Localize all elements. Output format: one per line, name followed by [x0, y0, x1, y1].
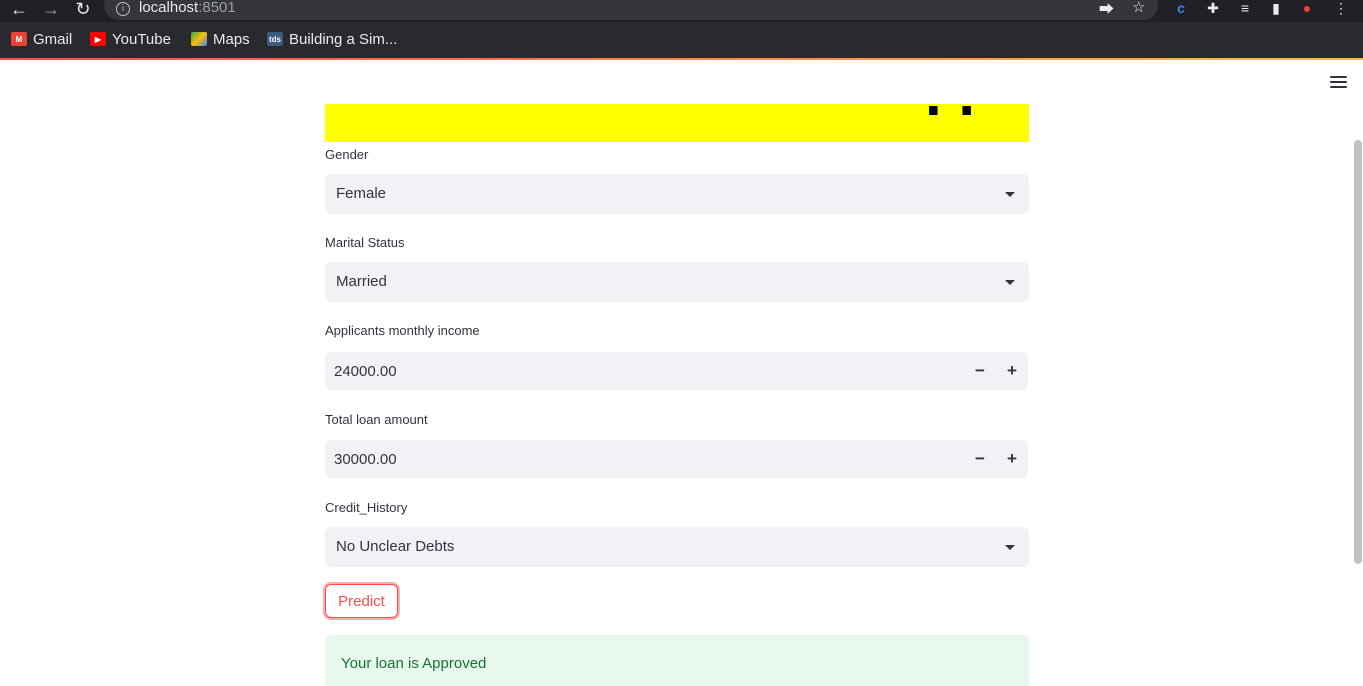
- maps-icon: [191, 32, 207, 46]
- income-decrement-button[interactable]: −: [964, 352, 996, 390]
- bookmark-gmail[interactable]: M Gmail: [11, 30, 72, 48]
- forward-arrow-icon[interactable]: →: [40, 0, 62, 18]
- chevron-down-icon: [1005, 192, 1015, 197]
- income-increment-button[interactable]: +: [996, 352, 1028, 390]
- success-alert: Your loan is Approved: [325, 635, 1029, 686]
- site-info-icon[interactable]: i: [116, 2, 130, 16]
- chevron-down-icon: [1005, 280, 1015, 285]
- reload-icon[interactable]: ↻: [72, 0, 94, 18]
- income-value[interactable]: 24000.00: [334, 363, 397, 380]
- result-message: Your loan is Approved: [341, 655, 487, 672]
- share-icon[interactable]: ⮕: [1099, 0, 1114, 19]
- bookmark-building-a-sim[interactable]: tds Building a Sim...: [267, 30, 397, 48]
- bookmarks-bar: M Gmail ▶ YouTube Maps tds Building a Si…: [0, 22, 1363, 58]
- back-arrow-icon[interactable]: ←: [8, 0, 30, 18]
- banner-title-fragment: . .: [925, 104, 975, 129]
- marital-status-value: Married: [336, 273, 387, 290]
- gender-select[interactable]: Female: [325, 174, 1029, 214]
- browser-toolbar: ← → ↻ i localhost:8501 ⮕ ☆ c ✚ ≡ ▮ ● ⋮: [0, 0, 1363, 22]
- youtube-icon: ▶: [90, 32, 106, 46]
- loan-amount-value[interactable]: 30000.00: [334, 451, 397, 468]
- predict-button[interactable]: Predict: [325, 584, 398, 618]
- chevron-down-icon: [1005, 545, 1015, 550]
- loan-amount-label: Total loan amount: [325, 412, 428, 427]
- streamlit-app: . . Gender Female Marital Status Married…: [0, 60, 1363, 686]
- side-panel-icon[interactable]: ▮: [1267, 0, 1285, 16]
- bookmark-star-icon[interactable]: ☆: [1132, 0, 1145, 16]
- gmail-icon: M: [11, 32, 27, 46]
- income-label: Applicants monthly income: [325, 323, 480, 338]
- marital-status-select[interactable]: Married: [325, 262, 1029, 302]
- gender-label: Gender: [325, 147, 369, 162]
- loan-amount-input[interactable]: 30000.00 − +: [325, 440, 1028, 478]
- page-scrollbar[interactable]: [1354, 140, 1362, 564]
- bookmark-maps[interactable]: Maps: [191, 30, 250, 48]
- loan-amount-decrement-button[interactable]: −: [964, 440, 996, 478]
- marital-status-label: Marital Status: [325, 235, 405, 250]
- credit-history-select[interactable]: No Unclear Debts: [325, 527, 1029, 567]
- address-bar[interactable]: i localhost:8501 ⮕ ☆: [104, 0, 1158, 20]
- extension-c-icon[interactable]: c: [1172, 0, 1190, 16]
- loan-amount-increment-button[interactable]: +: [996, 440, 1028, 478]
- credit-history-label: Credit_History: [325, 500, 408, 515]
- bookmark-youtube[interactable]: ▶ YouTube: [90, 30, 171, 48]
- hamburger-menu-icon[interactable]: [1330, 76, 1347, 90]
- reading-list-icon[interactable]: ≡: [1236, 0, 1254, 16]
- url-text[interactable]: localhost:8501: [139, 0, 236, 16]
- profile-avatar-icon[interactable]: ●: [1298, 0, 1316, 16]
- income-input[interactable]: 24000.00 − +: [325, 352, 1028, 390]
- gender-value: Female: [336, 185, 387, 202]
- browser-menu-icon[interactable]: ⋮: [1332, 0, 1350, 16]
- credit-history-value: No Unclear Debts: [336, 538, 455, 555]
- extensions-puzzle-icon[interactable]: ✚: [1204, 0, 1222, 16]
- title-banner: . .: [325, 104, 1029, 142]
- tds-icon: tds: [267, 32, 283, 46]
